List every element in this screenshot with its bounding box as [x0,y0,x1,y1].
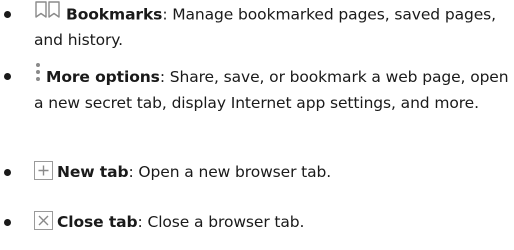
list-item-more-options: More options: Share, save, or bookmark a… [0,62,514,140]
item-title: Bookmarks [66,5,163,24]
item-title: New tab [57,163,129,181]
item-description: : Close a browser tab. [137,213,305,231]
bullet [4,73,11,80]
feature-list: Bookmarks: Manage bookmarked pages, save… [0,0,514,250]
bookmarks-icon [34,0,62,26]
item-title: Close tab [57,213,138,231]
list-item-text: New tab: Open a new browser tab. [34,160,514,184]
bullet [4,169,11,176]
list-item-close-tab: Close tab: Close a browser tab. [0,210,514,238]
list-item-new-tab: New tab: Open a new browser tab. [0,160,514,188]
list-item-bookmarks: Bookmarks: Manage bookmarked pages, save… [0,0,514,54]
list-item-text: Bookmarks: Manage bookmarked pages, save… [34,0,514,52]
bullet [4,11,11,18]
list-item-text: More options: Share, save, or bookmark a… [34,62,514,115]
bullet [4,219,11,226]
list-item-text: Close tab: Close a browser tab. [34,210,514,234]
item-title: More options [46,68,160,86]
item-description: : Open a new browser tab. [128,163,332,181]
close-tab-icon [34,211,53,230]
new-tab-icon [34,161,53,180]
more-options-icon [34,62,42,89]
